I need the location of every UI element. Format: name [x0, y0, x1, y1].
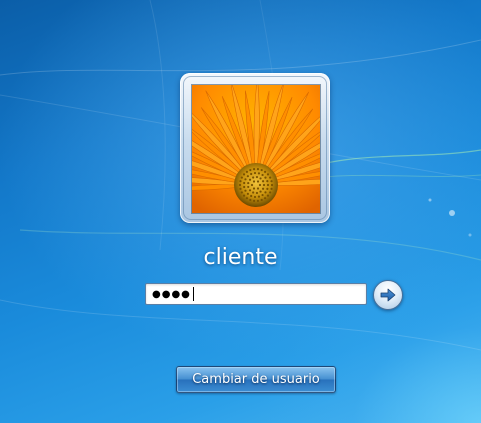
- user-name: cliente: [203, 245, 278, 270]
- text-caret: [192, 287, 194, 301]
- orange-gerbera-flower-picture: [191, 84, 321, 214]
- password-field[interactable]: ●●●●: [145, 283, 367, 305]
- user-tile: [180, 73, 330, 223]
- submit-arrow-button[interactable]: [373, 280, 403, 310]
- arrow-right-icon: [380, 288, 396, 302]
- switch-user-button[interactable]: Cambiar de usuario: [176, 366, 336, 393]
- password-masked-text: ●●●●: [152, 288, 191, 300]
